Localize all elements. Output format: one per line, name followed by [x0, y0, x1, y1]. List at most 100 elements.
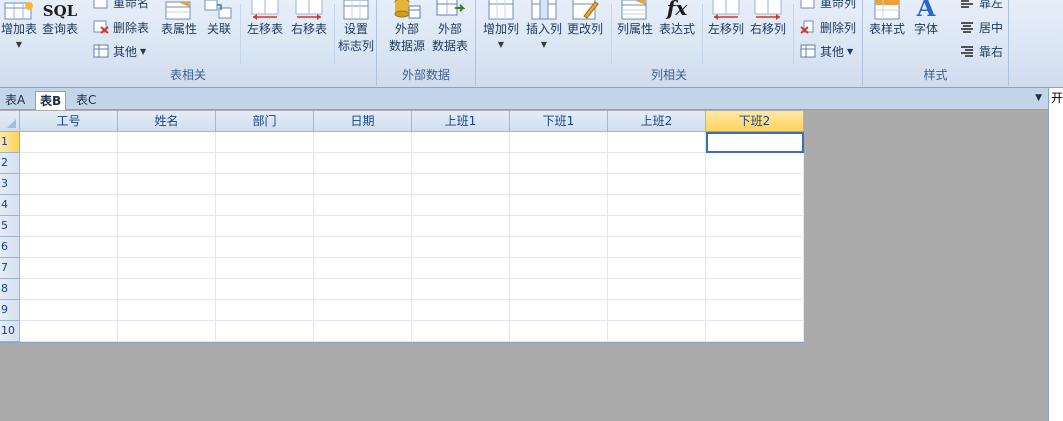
- row-header[interactable]: 5: [0, 216, 20, 237]
- table-properties-button[interactable]: 表属性: [158, 0, 200, 38]
- grid-cell[interactable]: [20, 321, 118, 342]
- grid-cell[interactable]: [510, 237, 608, 258]
- rename-table-button[interactable]: 重命名: [92, 0, 149, 12]
- grid-cell[interactable]: [216, 321, 314, 342]
- grid-cell[interactable]: [706, 174, 804, 195]
- grid-cell[interactable]: [314, 237, 412, 258]
- tab-table-c[interactable]: 表C: [72, 91, 100, 110]
- grid-cell[interactable]: [314, 258, 412, 279]
- row-header[interactable]: 6: [0, 237, 20, 258]
- row-header[interactable]: 4: [0, 195, 20, 216]
- grid-cell[interactable]: [608, 174, 706, 195]
- grid-cell[interactable]: [412, 174, 510, 195]
- grid-cell[interactable]: [510, 321, 608, 342]
- grid-cell[interactable]: [118, 300, 216, 321]
- column-header[interactable]: 下班1: [510, 111, 608, 132]
- row-header[interactable]: 8: [0, 279, 20, 300]
- grid-cell[interactable]: [510, 258, 608, 279]
- add-column-button[interactable]: 增加列 ▼: [480, 0, 522, 50]
- move-column-left-button[interactable]: 左移列: [705, 0, 747, 38]
- grid-cell[interactable]: [706, 195, 804, 216]
- grid-cell[interactable]: [608, 216, 706, 237]
- grid-cell[interactable]: [412, 321, 510, 342]
- grid-cell[interactable]: [216, 153, 314, 174]
- row-header[interactable]: 1: [0, 132, 20, 153]
- grid-cell[interactable]: [20, 195, 118, 216]
- grid-cell[interactable]: [216, 237, 314, 258]
- expression-button[interactable]: fx 表达式: [656, 0, 698, 38]
- grid-cell[interactable]: [412, 195, 510, 216]
- grid-cell[interactable]: [118, 258, 216, 279]
- select-all-corner[interactable]: [0, 111, 20, 132]
- column-header[interactable]: 日期: [314, 111, 412, 132]
- grid-cell[interactable]: [608, 195, 706, 216]
- set-flag-column-button[interactable]: 设置 标志列: [336, 0, 376, 55]
- column-header[interactable]: 部门: [216, 111, 314, 132]
- query-table-button[interactable]: SQL 查询表: [40, 0, 80, 38]
- change-column-button[interactable]: 更改列: [564, 0, 606, 38]
- grid-cell[interactable]: [412, 237, 510, 258]
- column-other-button[interactable]: 其他 ▼: [799, 41, 853, 61]
- grid-cell[interactable]: [118, 132, 216, 153]
- grid-cell[interactable]: [314, 321, 412, 342]
- font-button[interactable]: A 字体: [909, 0, 943, 38]
- right-pane-label[interactable]: 开: [1051, 89, 1063, 106]
- add-table-button[interactable]: 增加表 ▼: [0, 0, 38, 50]
- grid-cell[interactable]: [706, 216, 804, 237]
- grid-cell[interactable]: [412, 258, 510, 279]
- move-column-right-button[interactable]: 右移列: [747, 0, 789, 38]
- grid-cell[interactable]: [314, 174, 412, 195]
- grid-cell[interactable]: [706, 321, 804, 342]
- align-right-button[interactable]: 靠右: [958, 41, 1003, 61]
- column-header[interactable]: 上班2: [608, 111, 706, 132]
- tab-table-a[interactable]: 表A: [1, 91, 29, 110]
- column-header[interactable]: 工号: [20, 111, 118, 132]
- grid-cell[interactable]: [412, 132, 510, 153]
- grid-cell[interactable]: [314, 132, 412, 153]
- grid-cell[interactable]: [20, 300, 118, 321]
- grid-cell[interactable]: [216, 132, 314, 153]
- grid-cell[interactable]: [118, 195, 216, 216]
- row-header[interactable]: 10: [0, 321, 20, 342]
- chevron-down-icon[interactable]: ▼: [1035, 93, 1042, 103]
- tab-table-b[interactable]: 表B: [35, 91, 67, 110]
- align-center-button[interactable]: 居中: [958, 17, 1003, 37]
- grid-cell[interactable]: [314, 279, 412, 300]
- grid-cell[interactable]: [118, 279, 216, 300]
- move-table-left-button[interactable]: 左移表: [244, 0, 286, 38]
- grid-cell[interactable]: [216, 279, 314, 300]
- delete-table-button[interactable]: 删除表: [92, 17, 149, 37]
- grid-cell[interactable]: [412, 279, 510, 300]
- grid-cell[interactable]: [216, 300, 314, 321]
- grid-cell[interactable]: [706, 258, 804, 279]
- grid-cell[interactable]: [216, 174, 314, 195]
- grid-cell[interactable]: [510, 132, 608, 153]
- grid-cell[interactable]: [706, 300, 804, 321]
- column-header[interactable]: 下班2: [706, 111, 804, 132]
- grid-cell[interactable]: [118, 174, 216, 195]
- grid-cell[interactable]: [314, 153, 412, 174]
- grid-cell[interactable]: [314, 195, 412, 216]
- grid-cell[interactable]: [216, 195, 314, 216]
- grid-cell[interactable]: [20, 279, 118, 300]
- grid-cell[interactable]: [412, 153, 510, 174]
- rename-column-button[interactable]: 重命列: [799, 0, 856, 12]
- grid-cell[interactable]: [216, 258, 314, 279]
- grid-cell[interactable]: [20, 174, 118, 195]
- insert-column-button[interactable]: 插入列 ▼: [523, 0, 565, 50]
- column-header[interactable]: 上班1: [412, 111, 510, 132]
- grid-cell[interactable]: [510, 216, 608, 237]
- grid-cell[interactable]: [20, 132, 118, 153]
- move-table-right-button[interactable]: 右移表: [288, 0, 330, 38]
- grid-cell[interactable]: [20, 216, 118, 237]
- grid-cell[interactable]: [608, 300, 706, 321]
- grid-cell[interactable]: [118, 237, 216, 258]
- grid-cell[interactable]: [510, 195, 608, 216]
- row-header[interactable]: 3: [0, 174, 20, 195]
- column-properties-button[interactable]: 列属性: [614, 0, 656, 38]
- grid-cell[interactable]: [510, 300, 608, 321]
- grid-cell[interactable]: [314, 216, 412, 237]
- column-header[interactable]: 姓名: [118, 111, 216, 132]
- external-table-button[interactable]: 外部 数据表: [429, 0, 471, 55]
- align-left-button[interactable]: 靠左: [958, 0, 1003, 12]
